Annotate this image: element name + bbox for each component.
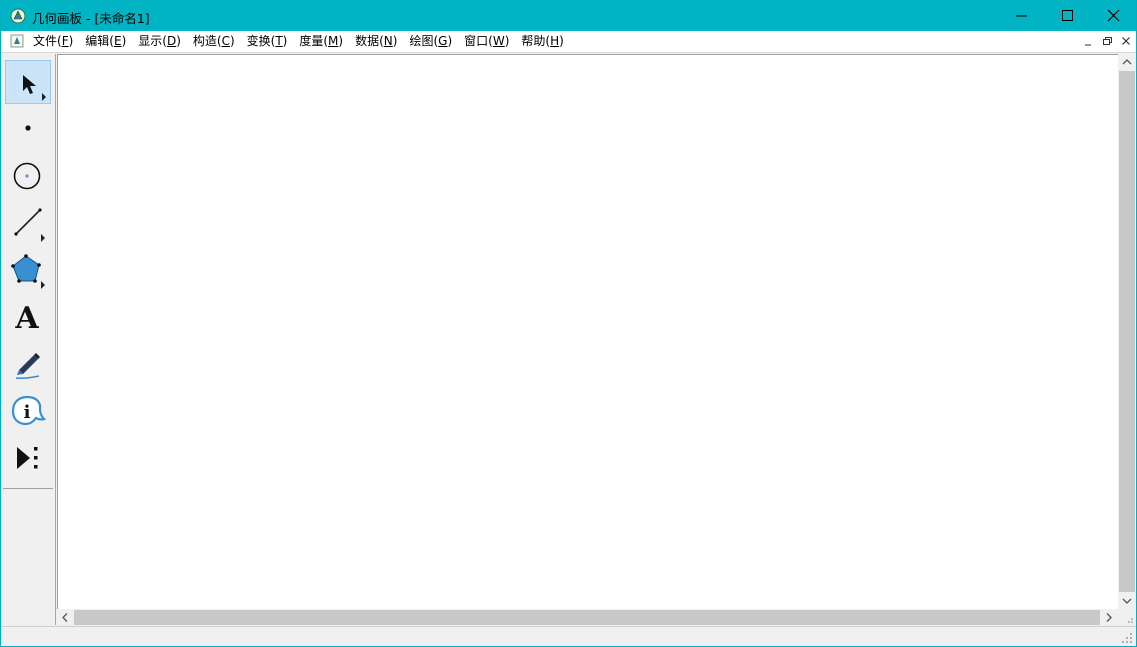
close-button[interactable] bbox=[1091, 1, 1136, 31]
menu-item[interactable]: 编辑(E) bbox=[79, 31, 132, 52]
menu-item-label: 数据( bbox=[355, 34, 384, 48]
scroll-down-button[interactable] bbox=[1118, 592, 1136, 609]
svg-text:A: A bbox=[14, 301, 39, 336]
arrow-icon bbox=[23, 75, 46, 101]
title-bar[interactable]: 几何画板 - [未命名1] bbox=[1, 1, 1136, 31]
menu-item-accelerator: F bbox=[61, 34, 69, 48]
menu-item-accelerator: M bbox=[328, 34, 339, 48]
minimize-icon bbox=[1016, 15, 1027, 17]
menu-item-label-end: ) bbox=[447, 34, 453, 48]
polygon-icon bbox=[11, 254, 45, 289]
chevron-left-icon bbox=[62, 613, 68, 622]
menu-item-label-end: ) bbox=[121, 34, 127, 48]
toolbox-separator bbox=[3, 488, 53, 489]
menu-item-label: 构造( bbox=[192, 34, 222, 48]
marker-pen-icon bbox=[15, 353, 40, 379]
point-tool[interactable] bbox=[5, 106, 51, 150]
menu-item[interactable]: 度量(M) bbox=[293, 31, 349, 52]
document-icon[interactable] bbox=[10, 34, 24, 48]
custom-tool[interactable] bbox=[5, 436, 51, 480]
menu-item-accelerator: D bbox=[166, 34, 177, 48]
menu-item-label: 编辑( bbox=[85, 34, 114, 48]
menu-item-label-end: ) bbox=[229, 34, 235, 48]
info-icon: i bbox=[11, 395, 47, 426]
menu-item[interactable]: 绘图(G) bbox=[403, 31, 458, 52]
minimize-button[interactable] bbox=[999, 1, 1045, 31]
menu-item-label: 绘图( bbox=[409, 34, 439, 48]
menu-item-label-end: ) bbox=[504, 34, 510, 48]
chevron-down-icon bbox=[1122, 598, 1132, 604]
child-restore-button[interactable] bbox=[1100, 35, 1114, 48]
menu-item[interactable]: 显示(D) bbox=[132, 31, 187, 52]
status-bar bbox=[1, 626, 1136, 646]
selection-arrow-tool[interactable] bbox=[5, 60, 51, 104]
circle-icon bbox=[13, 162, 41, 190]
menu-item-label-end: ) bbox=[176, 34, 181, 48]
menu-item-label-end: ) bbox=[392, 34, 398, 48]
scroll-right-button[interactable] bbox=[1100, 609, 1117, 626]
scrollbar-corner bbox=[1118, 609, 1136, 626]
menu-item-label: 变换( bbox=[246, 34, 276, 48]
minimize-icon bbox=[1085, 44, 1091, 46]
sketch-canvas[interactable] bbox=[57, 54, 1118, 610]
point-icon bbox=[25, 125, 31, 131]
resize-grip-icon[interactable] bbox=[1121, 630, 1133, 644]
menu-item-accelerator: W bbox=[492, 34, 505, 48]
menu-item-accelerator: N bbox=[383, 34, 393, 48]
maximize-button[interactable] bbox=[1045, 1, 1091, 31]
menu-item-accelerator: E bbox=[113, 34, 122, 48]
menu-item[interactable]: 构造(C) bbox=[187, 31, 241, 52]
straightedge-tool[interactable] bbox=[5, 201, 51, 245]
segment-icon bbox=[14, 208, 45, 242]
custom-tool-icon bbox=[17, 447, 38, 469]
polygon-tool[interactable] bbox=[5, 248, 51, 292]
close-icon bbox=[1108, 10, 1120, 22]
menu-item-label-end: ) bbox=[338, 34, 344, 48]
information-tool[interactable]: i bbox=[5, 389, 51, 433]
menu-item-accelerator: T bbox=[275, 34, 283, 48]
app-window: 几何画板 - [未命名1] 文件(F) 编辑(E) 显示(D) 构造(C) 变换(T) 度… bbox=[0, 0, 1137, 647]
menu-item[interactable]: 帮助(H) bbox=[515, 31, 569, 52]
text-icon: A bbox=[14, 301, 39, 336]
menu-items: 文件(F) 编辑(E) 显示(D) 构造(C) 变换(T) 度量(M) 数据(N) 绘图(G)… bbox=[27, 31, 570, 52]
menu-item-label-end: ) bbox=[559, 34, 564, 48]
svg-text:i: i bbox=[24, 402, 31, 423]
menu-item-label: 帮助( bbox=[521, 34, 551, 48]
menu-item-label-end: ) bbox=[68, 34, 74, 48]
scroll-left-button[interactable] bbox=[57, 609, 74, 626]
resize-grip-icon bbox=[1128, 618, 1133, 623]
child-minimize-button[interactable] bbox=[1081, 35, 1095, 48]
scroll-up-button[interactable] bbox=[1118, 54, 1136, 71]
menu-item[interactable]: 数据(N) bbox=[349, 31, 403, 52]
maximize-icon bbox=[1062, 10, 1073, 21]
menu-item[interactable]: 变换(T) bbox=[241, 31, 294, 52]
horizontal-scroll-thumb[interactable] bbox=[74, 610, 1100, 625]
toolbox: A i bbox=[1, 54, 56, 625]
text-tool[interactable]: A bbox=[5, 295, 51, 339]
menu-item-label: 显示( bbox=[138, 34, 167, 48]
horizontal-scrollbar[interactable] bbox=[57, 609, 1118, 626]
app-logo-icon bbox=[10, 8, 26, 24]
menu-item-label: 窗口( bbox=[464, 34, 493, 48]
menu-item-accelerator: H bbox=[550, 34, 560, 48]
menu-item-label: 文件( bbox=[33, 34, 62, 48]
menu-item[interactable]: 文件(F) bbox=[27, 31, 79, 52]
window-title: 几何画板 - [未命名1] bbox=[32, 11, 150, 26]
close-icon bbox=[1122, 37, 1130, 45]
vertical-scrollbar[interactable] bbox=[1118, 54, 1136, 609]
menu-item-label: 度量( bbox=[299, 34, 329, 48]
menu-item[interactable]: 窗口(W) bbox=[458, 31, 515, 52]
restore-icon bbox=[1103, 37, 1112, 45]
child-close-button[interactable] bbox=[1119, 35, 1133, 48]
chevron-right-icon bbox=[1106, 613, 1112, 622]
marker-tool[interactable] bbox=[5, 342, 51, 386]
menu-bar: 文件(F) 编辑(E) 显示(D) 构造(C) 变换(T) 度量(M) 数据(N) 绘图(G)… bbox=[1, 31, 1136, 53]
menu-item-label-end: ) bbox=[282, 34, 288, 48]
menu-item-accelerator: C bbox=[221, 34, 230, 48]
compass-tool[interactable] bbox=[5, 154, 51, 198]
vertical-scroll-thumb[interactable] bbox=[1119, 71, 1135, 592]
chevron-up-icon bbox=[1122, 59, 1132, 65]
